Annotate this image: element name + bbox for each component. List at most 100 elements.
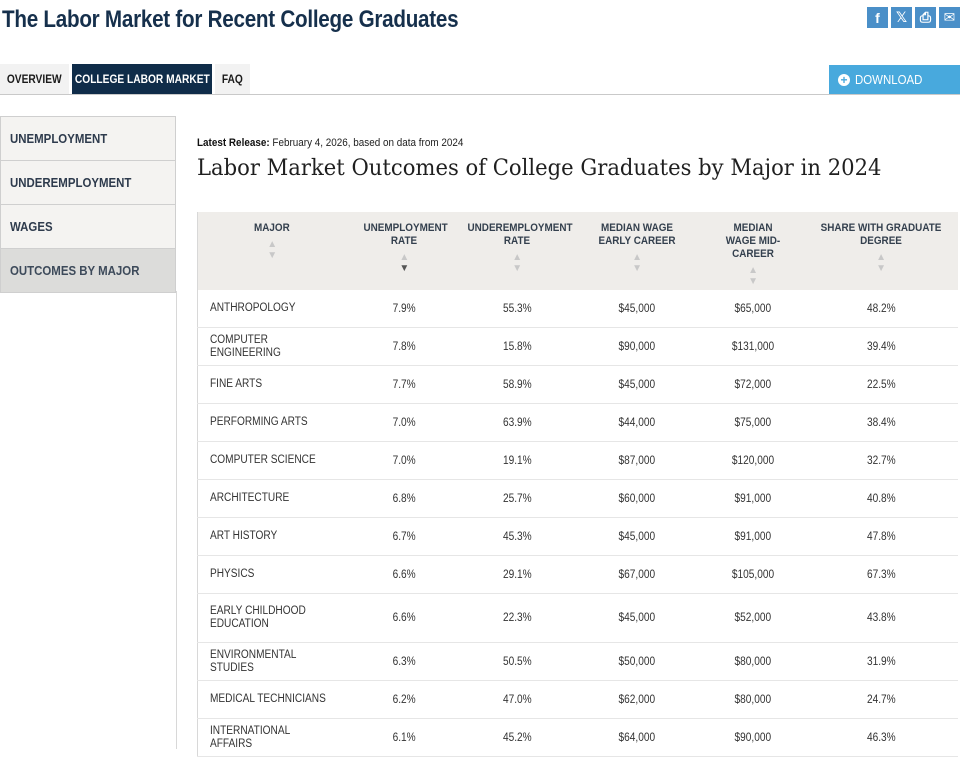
cell-text: ART HISTORY [210,530,278,542]
graduate-degree-share-cell: 47.8% [804,517,958,556]
table-row: PERFORMING ARTS 7.0% 63.9% $44,000 $75,000 38… [197,403,958,442]
column-header-median-wage-early[interactable]: MEDIAN WAGE EARLY CAREER ▲ ▼ [572,212,702,290]
tab-overview[interactable]: OVERVIEW [0,64,69,94]
page-title: The Labor Market for Recent College Grad… [2,6,459,33]
cell-text: 63.9% [502,416,532,429]
tab-overview-label: OVERVIEW [7,72,62,86]
column-header-label: MAJOR [254,222,291,234]
underemployment-rate-cell: 63.9% [462,403,573,442]
sidebar-item-label: UNEMPLOYMENT [10,131,108,146]
sidebar-item-wages[interactable]: WAGES [0,205,176,249]
column-header-label: MEDIAN WAGE MID-CAREER [725,222,781,260]
facebook-icon[interactable]: f [867,7,888,28]
median-wage-early-cell: $50,000 [572,642,702,681]
column-header-major[interactable]: MAJOR ▲ ▼ [197,212,347,290]
cell-text: $45,000 [618,612,656,624]
cell-text: $64,000 [618,731,656,744]
median-wage-mid-cell: $120,000 [701,441,805,480]
major-cell: MEDICAL TECHNICIANS [197,680,347,719]
sort-down-icon: ▼ [267,250,278,261]
release-label: Latest Release: [197,137,270,149]
sidebar-item-unemployment[interactable]: UNEMPLOYMENT [0,117,176,161]
unemployment-rate-cell: 7.9% [346,290,463,328]
median-wage-early-cell: $45,000 [572,290,702,328]
major-cell: PHYSICS [197,555,347,594]
release-info: Latest Release: February 4, 2026, based … [197,137,463,149]
cell-text: EARLY CHILDHOOD EDUCATION [210,605,306,630]
median-wage-mid-cell: $75,000 [701,403,805,442]
unemployment-rate-cell: 6.6% [346,555,463,594]
unemployment-rate-cell: 7.8% [346,327,463,366]
cell-text: ANTHROPOLOGY [210,302,296,314]
median-wage-mid-cell: $65,000 [701,290,805,328]
sort-toggle[interactable]: ▲ ▼ [512,252,522,274]
tab-college-labor-market[interactable]: COLLEGE LABOR MARKET [72,64,212,94]
sidebar-item-outcomes-by-major[interactable]: OUTCOMES BY MAJOR [0,249,176,293]
cell-text: ARCHITECTURE [210,492,290,504]
cell-text: $45,000 [618,530,656,543]
median-wage-mid-cell: $80,000 [701,680,805,719]
email-icon[interactable]: ✉ [939,7,960,28]
cell-text: INTERNATIONAL AFFAIRS [210,724,290,750]
major-cell: FINE ARTS [197,365,347,404]
sort-up-icon: ▲ [876,252,886,263]
tab-college-labor-market-label: COLLEGE LABOR MARKET [74,72,210,86]
cell-text: PHYSICS [210,568,255,580]
cell-text: 67.3% [866,568,896,581]
table-row: COMPUTER SCIENCE 7.0% 19.1% $87,000 $120,000… [197,441,958,480]
cell-text: 48.2% [866,302,896,315]
sort-toggle[interactable]: ▲ ▼ [748,265,758,287]
underemployment-rate-cell: 45.3% [462,517,573,556]
sort-up-icon: ▲ [632,252,643,263]
download-button[interactable]: + DOWNLOAD [829,65,960,94]
median-wage-mid-cell: $105,000 [701,555,805,594]
unemployment-rate-cell: 7.0% [346,403,463,442]
major-cell: ART HISTORY [197,517,347,556]
sort-toggle[interactable]: ▲ ▼ [267,239,277,261]
graduate-degree-share-cell: 40.8% [804,479,958,518]
print-icon[interactable]: ⎙ [915,7,936,28]
tab-faq[interactable]: FAQ [215,64,250,94]
column-header-median-wage-mid[interactable]: MEDIAN WAGE MID-CAREER ▲ ▼ [701,212,805,290]
x-icon[interactable]: 𝕏 [891,7,912,28]
cell-text: $131,000 [731,340,775,353]
median-wage-early-cell: $64,000 [572,718,702,757]
graduate-degree-share-cell: 31.9% [804,642,958,681]
column-header-unemployment-rate[interactable]: UNEMPLOYMENT RATE ▲ ▼ [346,212,463,290]
cell-text: 45.3% [502,530,532,543]
plus-circle-icon: + [838,73,850,86]
cell-text: $62,000 [618,693,656,706]
sidebar-item-underemployment[interactable]: UNDEREMPLOYMENT [0,161,176,205]
underemployment-rate-cell: 19.1% [462,441,573,480]
graduate-degree-share-cell: 43.8% [804,593,958,643]
sidebar-item-label: OUTCOMES BY MAJOR [10,263,140,278]
sort-toggle[interactable]: ▲ ▼ [876,252,886,274]
graduate-degree-share-cell: 46.3% [804,718,958,757]
underemployment-rate-cell: 15.8% [462,327,573,366]
cell-text: $90,000 [734,731,772,744]
sort-down-icon: ▼ [632,263,643,274]
cell-text: $50,000 [618,655,656,668]
cell-text: 24.7% [866,693,896,706]
column-header-underemployment-rate[interactable]: UNDEREMPLOYMENT RATE ▲ ▼ [462,212,573,290]
cell-text: 6.7% [392,530,416,543]
cell-text: $105,000 [731,568,775,581]
tab-bar: OVERVIEW COLLEGE LABOR MARKET FAQ [0,64,960,95]
cell-text: 47.8% [866,530,896,543]
underemployment-rate-cell: 22.3% [462,593,573,643]
table-row: ANTHROPOLOGY 7.9% 55.3% $45,000 $65,000 48.2% [197,290,958,328]
sort-down-icon: ▼ [876,263,886,274]
sort-toggle[interactable]: ▲ ▼ [399,252,409,274]
cell-text: 50.5% [502,655,532,668]
median-wage-early-cell: $60,000 [572,479,702,518]
cell-text: $45,000 [618,378,656,391]
table-row: ARCHITECTURE 6.8% 25.7% $60,000 $91,000 40.8% [197,479,958,518]
column-header-graduate-degree[interactable]: SHARE WITH GRADUATE DEGREE ▲ ▼ [804,212,958,290]
major-cell: ENVIRONMENTAL STUDIES [197,642,347,681]
cell-text: 6.2% [392,693,416,706]
cell-text: 6.3% [392,655,416,668]
cell-text: 7.9% [392,302,416,315]
major-cell: ANTHROPOLOGY [197,290,347,328]
sort-toggle[interactable]: ▲ ▼ [632,252,642,274]
tab-faq-label: FAQ [222,72,243,86]
